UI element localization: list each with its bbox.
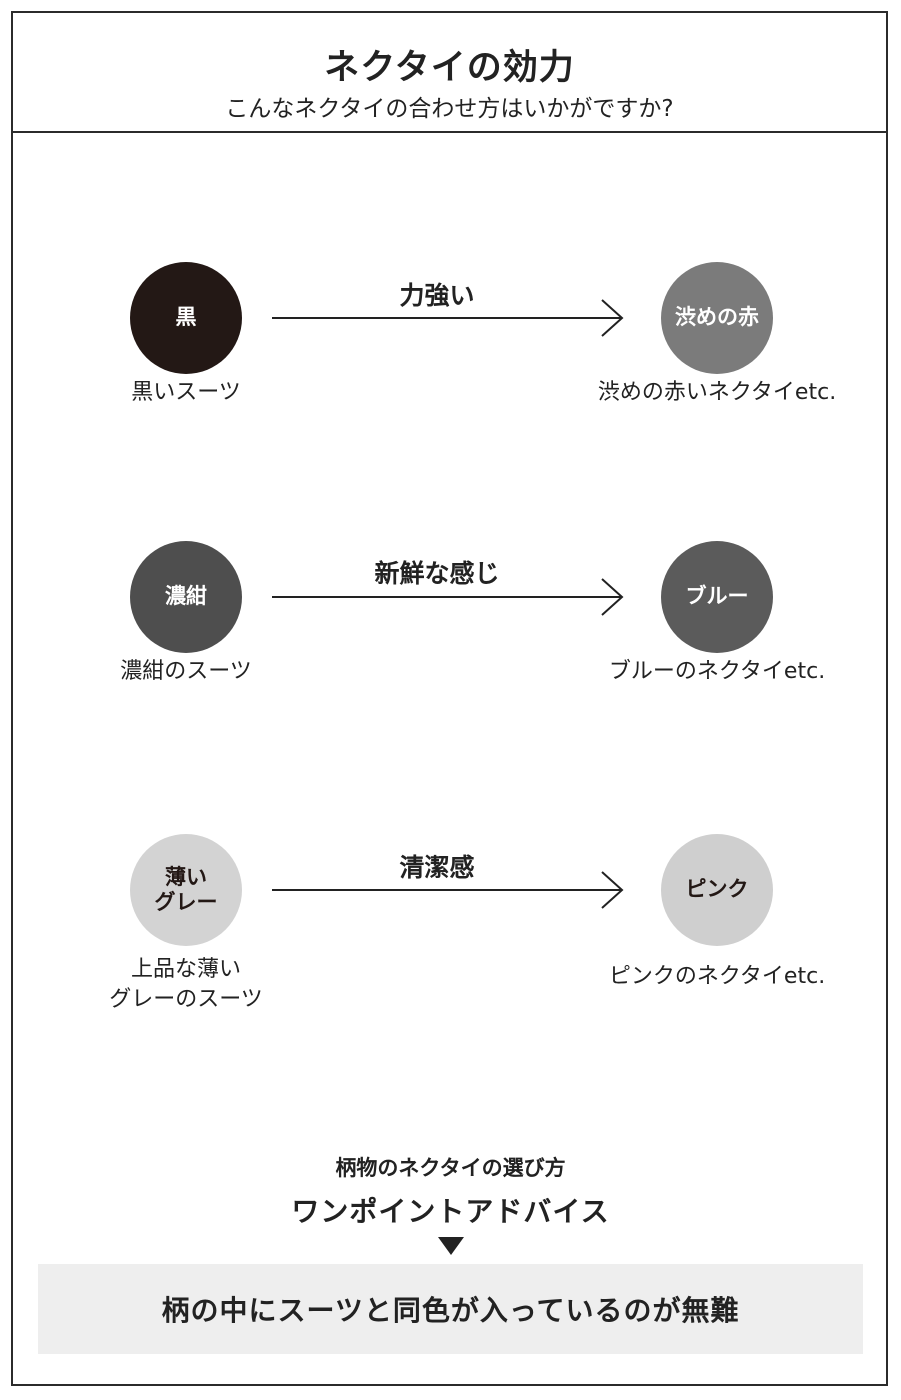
suit-circle-gray: 薄い グレー: [130, 834, 242, 946]
advice-title: ワンポイントアドバイス: [291, 1195, 610, 1228]
arrow-right-icon: [272, 871, 624, 909]
down-triangle-icon: [438, 1237, 464, 1255]
tie-circle-red: 渋めの赤: [661, 262, 773, 374]
suit-circle-navy: 濃紺: [130, 541, 242, 653]
advice-body: 柄の中にスーツと同色が入っているのが無難: [161, 1294, 740, 1327]
suit-label-gray: 上品な薄い グレーのスーツ: [109, 957, 263, 1012]
arrow-right-icon: [272, 578, 624, 616]
arrow-right-icon: [272, 299, 624, 337]
page-subtitle: こんなネクタイの合わせ方はいかがですか?: [225, 96, 674, 122]
tie-label-red: 渋めの赤いネクタイetc.: [597, 380, 837, 405]
suit-circle-black: 黒: [130, 262, 242, 374]
tie-label-blue: ブルーのネクタイetc.: [608, 659, 826, 684]
suit-label-navy: 濃紺のスーツ: [120, 659, 252, 684]
suit-label-black: 黒いスーツ: [131, 380, 241, 405]
tie-circle-pink: ピンク: [661, 834, 773, 946]
tie-label-pink: ピンクのネクタイetc.: [608, 964, 826, 989]
page-title: ネクタイの効力: [324, 48, 575, 88]
advice-subtitle: 柄物のネクタイの選び方: [335, 1156, 566, 1180]
header: ネクタイの効力 こんなネクタイの合わせ方はいかがですか?: [13, 13, 886, 133]
advice-box: 柄の中にスーツと同色が入っているのが無難: [38, 1264, 863, 1354]
tie-circle-blue: ブルー: [661, 541, 773, 653]
